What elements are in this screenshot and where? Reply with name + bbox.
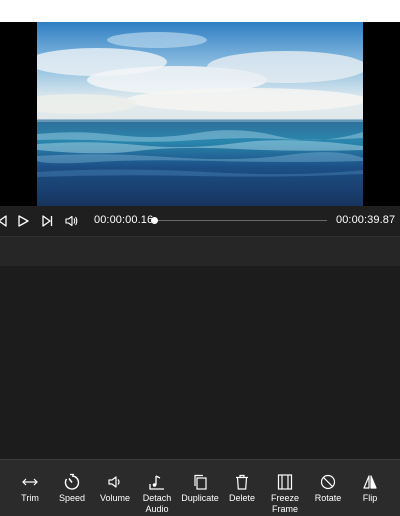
volume-icon [106,473,124,491]
flip-icon [361,473,379,491]
volume-icon[interactable] [63,212,79,230]
trim-button[interactable]: Trim [8,473,52,504]
edit-toolbar: Trim Speed Volume Detach Audio Duplicate… [0,459,400,516]
duplicate-icon [191,473,209,491]
skip-forward-icon[interactable] [39,212,55,230]
timeline-header [0,236,400,266]
speed-button[interactable]: Speed [50,473,94,504]
freeze-frame-label: Freeze Frame [270,493,299,514]
delete-label: Delete [228,493,255,503]
freeze-frame-button[interactable]: Freeze Frame [263,473,307,515]
playback-bar: 00:00:00.16 00:00:39.87 [0,206,400,236]
delete-icon [233,473,251,491]
seek-thumb[interactable] [151,217,158,224]
detach-audio-button[interactable]: Detach Audio [135,473,179,515]
skip-back-icon[interactable] [0,212,10,230]
detach-audio-icon [148,473,166,491]
duplicate-label: Duplicate [181,493,219,503]
trim-label: Trim [21,493,39,503]
delete-button[interactable]: Delete [220,473,264,504]
rotate-label: Rotate [314,493,342,503]
timeline-workspace[interactable] [0,266,400,459]
video-frame [37,22,363,206]
speed-icon [63,473,81,491]
volume-button[interactable]: Volume [93,473,137,504]
video-preview[interactable] [0,22,400,206]
flip-button[interactable]: Flip [348,473,392,504]
duplicate-button[interactable]: Duplicate [178,473,222,504]
speed-label: Speed [58,493,86,503]
trim-icon [21,473,39,491]
detach-audio-label: Detach Audio [142,493,172,514]
rotate-button[interactable]: Rotate [306,473,350,504]
play-icon[interactable] [15,212,31,230]
total-time: 00:00:39.87 [336,214,396,226]
top-strip [0,0,400,22]
freeze-frame-icon [276,473,294,491]
seek-track[interactable] [157,220,327,221]
volume-label: Volume [99,493,131,503]
current-time: 00:00:00.16 [94,214,154,226]
rotate-icon [319,473,337,491]
flip-label: Flip [362,493,378,503]
